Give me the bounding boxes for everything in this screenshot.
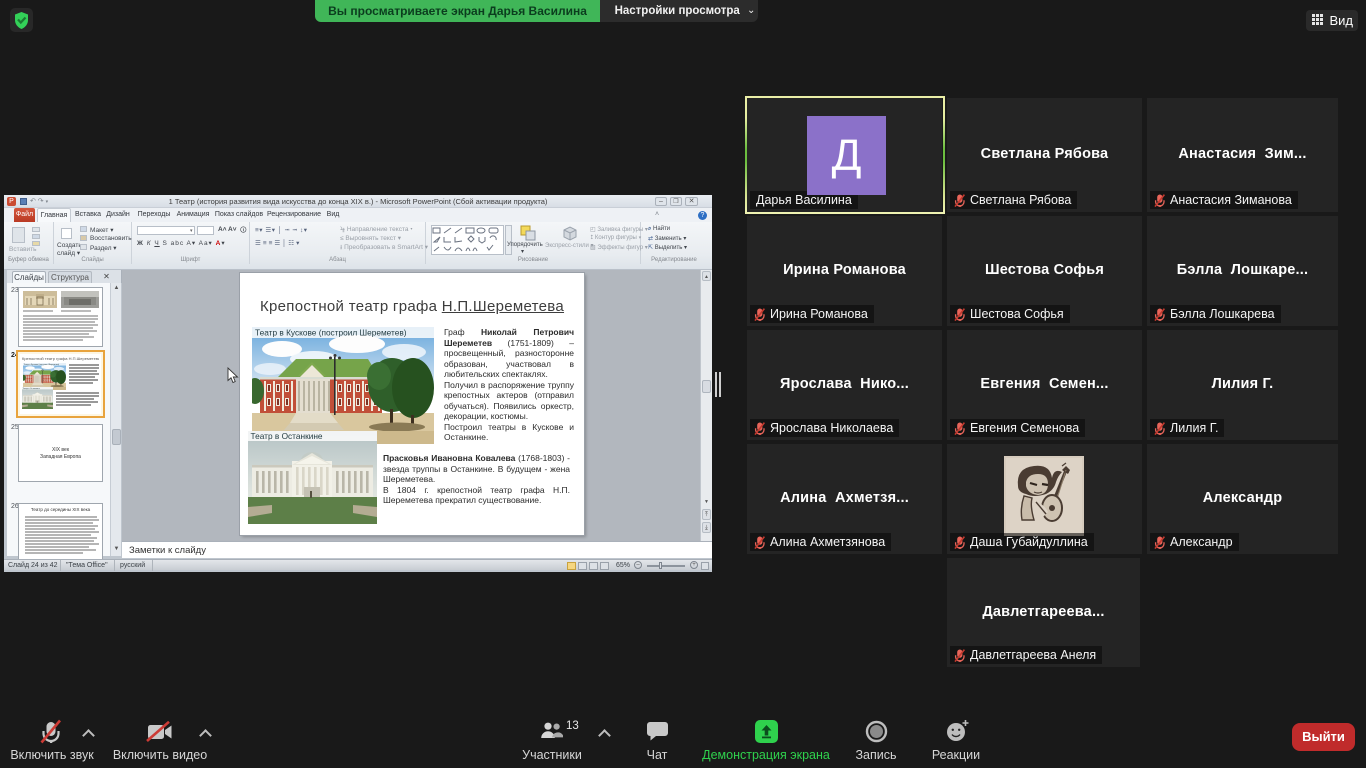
svg-text:Театр в Останкине: Театр в Останкине <box>251 431 323 441</box>
svg-text:Театр в Кускове (построил Шере: Театр в Кускове (построил Шереметев) <box>255 328 407 338</box>
